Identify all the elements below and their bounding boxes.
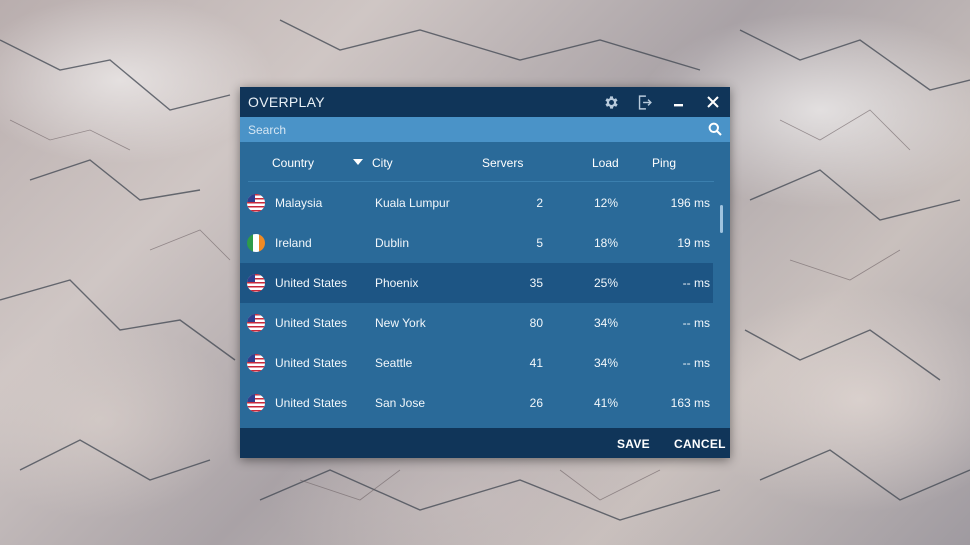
column-ping[interactable]: Ping [652,156,676,170]
row-servers: 5 [536,236,543,250]
row-country: Malaysia [275,196,323,210]
row-servers: 80 [529,316,543,330]
table-row[interactable]: United States New York 80 34% -- ms [240,303,713,343]
save-button[interactable]: SAVE [617,437,650,451]
logout-icon[interactable] [635,93,653,111]
row-ping: 196 ms [670,196,710,210]
row-ping: 163 ms [670,396,710,410]
row-ping: -- ms [682,356,710,370]
overplay-window: OVERPLAY Search Country City Servers Loa… [240,87,730,458]
table-row[interactable]: Malaysia Kuala Lumpur 2 12% 196 ms [240,183,713,223]
footer-bar: SAVE CANCEL [240,428,730,458]
table-row-selected[interactable]: United States Phoenix 35 25% -- ms [240,263,713,303]
header-divider [248,181,714,182]
us-flag-icon [247,194,265,212]
row-city: Dublin [375,236,410,250]
search-icon[interactable] [708,122,722,136]
row-city: Phoenix [375,276,419,290]
row-servers: 35 [529,276,543,290]
close-icon[interactable] [704,93,722,111]
table-header: Country City Servers Load Ping [240,142,730,182]
us-flag-icon [247,274,265,292]
row-ping: -- ms [682,276,710,290]
search-bar [240,117,730,142]
search-input[interactable] [240,117,700,142]
list-scrollbar[interactable] [720,205,723,233]
cancel-button[interactable]: CANCEL [674,437,726,451]
server-list: Malaysia Kuala Lumpur 2 12% 196 ms Irela… [240,183,730,427]
title-bar[interactable]: OVERPLAY [240,87,730,117]
row-country: United States [275,356,348,370]
column-country[interactable]: Country [272,156,314,170]
row-country: United States [275,316,348,330]
row-servers: 41 [529,356,543,370]
row-load: 41% [593,396,618,410]
column-load[interactable]: Load [592,156,619,170]
row-load: 12% [593,196,618,210]
sort-descending-icon [353,159,363,165]
row-load: 34% [593,356,618,370]
row-city: Kuala Lumpur [375,196,450,210]
row-load: 34% [593,316,618,330]
column-servers[interactable]: Servers [482,156,523,170]
row-ping: -- ms [682,316,710,330]
row-ping: 19 ms [677,236,710,250]
ie-flag-icon [247,234,265,252]
row-country: United States [275,276,348,290]
table-row[interactable]: United States Seattle 41 34% -- ms [240,343,713,383]
table-row[interactable]: United States San Jose 26 41% 163 ms [240,383,713,423]
window-title: OVERPLAY [248,94,325,110]
minimize-icon[interactable] [670,93,688,111]
us-flag-icon [247,354,265,372]
us-flag-icon [247,394,265,412]
row-country: United States [275,396,348,410]
column-city[interactable]: City [372,156,393,170]
row-load: 18% [593,236,618,250]
row-city: Seattle [375,356,413,370]
row-load: 25% [593,276,618,290]
row-city: San Jose [375,396,426,410]
us-flag-icon [247,314,265,332]
row-servers: 26 [529,396,543,410]
row-country: Ireland [275,236,312,250]
row-servers: 2 [536,196,543,210]
row-city: New York [375,316,426,330]
gear-icon[interactable] [602,93,620,111]
table-row[interactable]: Ireland Dublin 5 18% 19 ms [240,223,713,263]
